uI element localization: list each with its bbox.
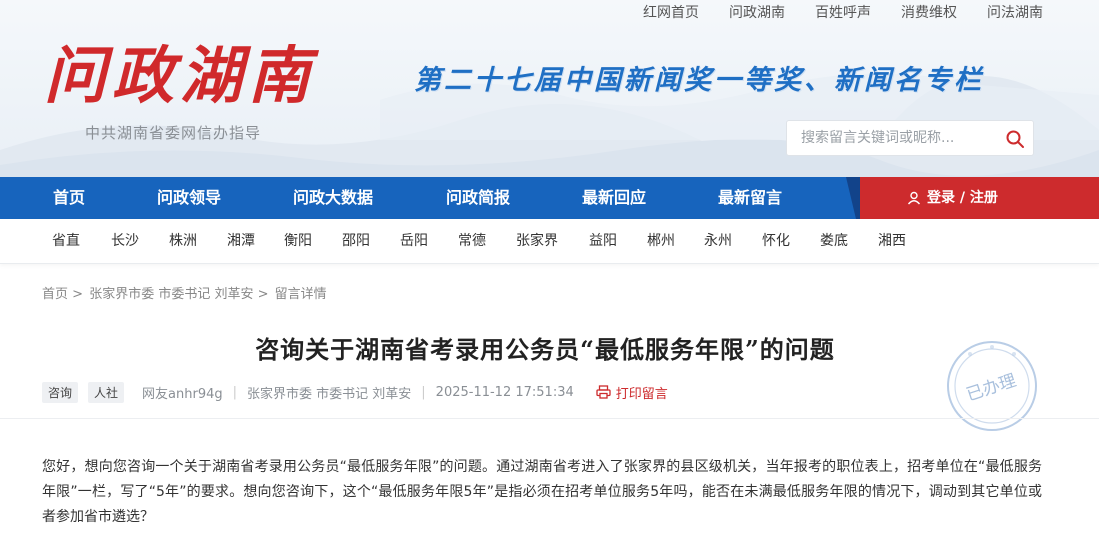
nav-briefing[interactable]: 问政简报 <box>446 177 510 219</box>
region-shaoyang[interactable]: 邵阳 <box>342 219 370 264</box>
breadcrumb-separator: > <box>72 287 84 302</box>
print-label: 打印留言 <box>615 386 668 402</box>
nav-big-data[interactable]: 问政大数据 <box>293 177 373 219</box>
top-link-wenfa[interactable]: 问法湖南 <box>987 4 1043 22</box>
nav-latest-responses[interactable]: 最新回应 <box>582 177 646 219</box>
region-hengyang[interactable]: 衡阳 <box>284 219 312 264</box>
search-box <box>786 120 1034 156</box>
top-links: 红网首页 问政湖南 百姓呼声 消费维权 问法湖南 <box>613 4 1043 22</box>
site-header: 红网首页 问政湖南 百姓呼声 消费维权 问法湖南 问政湖南 中共湖南省委网信办指… <box>0 0 1099 177</box>
search-input[interactable] <box>787 121 997 155</box>
breadcrumb-target[interactable]: 张家界市委 市委书记 刘革安 <box>89 287 253 302</box>
region-shengzhi[interactable]: 省直 <box>52 219 80 264</box>
top-link-rednet[interactable]: 红网首页 <box>643 4 699 22</box>
content-divider <box>0 418 1099 419</box>
breadcrumb-home[interactable]: 首页 <box>42 287 68 302</box>
region-changde[interactable]: 常德 <box>458 219 486 264</box>
processed-stamp: 已办理 <box>947 341 1037 431</box>
region-chenzhou[interactable]: 郴州 <box>647 219 675 264</box>
post-author: 网友anhr94g <box>142 386 223 402</box>
logo-subtitle: 中共湖南省委网信办指导 <box>85 124 262 142</box>
breadcrumb-separator: > <box>257 287 269 302</box>
breadcrumb: 首页 > 张家界市委 市委书记 刘革安 > 留言详情 <box>42 283 329 302</box>
search-icon[interactable] <box>1005 129 1025 149</box>
user-icon <box>907 191 921 205</box>
top-link-baixing[interactable]: 百姓呼声 <box>815 4 871 22</box>
nav-latest-messages[interactable]: 最新留言 <box>718 177 782 219</box>
region-bar: 省直 长沙 株洲 湘潭 衡阳 邵阳 岳阳 常德 张家界 益阳 郴州 永州 怀化 … <box>0 219 1099 264</box>
breadcrumb-current: 留言详情 <box>274 287 327 302</box>
post-datetime: 2025-11-12 17:51:34 <box>435 384 574 400</box>
region-changsha[interactable]: 长沙 <box>111 219 139 264</box>
tag-category[interactable]: 咨询 <box>42 381 79 403</box>
region-zhuzhou[interactable]: 株洲 <box>169 219 197 264</box>
nav-leaders[interactable]: 问政领导 <box>157 177 221 219</box>
login-label: 登录 / 注册 <box>927 190 998 206</box>
region-yueyang[interactable]: 岳阳 <box>400 219 428 264</box>
region-xiangtan[interactable]: 湘潭 <box>227 219 255 264</box>
post-meta: 咨询 人社 网友anhr94g | 张家界市委 市委书记 刘革安 | 2025-… <box>42 381 668 403</box>
top-link-wenzheng[interactable]: 问政湖南 <box>729 4 785 22</box>
region-zhangjiajie[interactable]: 张家界 <box>516 219 558 264</box>
main-nav: 首页 问政领导 问政大数据 问政简报 最新回应 最新留言 登录 / 注册 <box>0 177 1099 219</box>
region-huaihua[interactable]: 怀化 <box>762 219 790 264</box>
top-link-xiaofei[interactable]: 消费维权 <box>901 4 957 22</box>
login-register-link[interactable]: 登录 / 注册 <box>907 177 998 219</box>
post-body: 您好，想向您咨询一个关于湖南省考录用公务员“最低服务年限”的问题。通过湖南省考进… <box>42 459 1042 525</box>
post-title: 咨询关于湖南省考录用公务员“最低服务年限”的问题 <box>255 335 835 364</box>
region-xiangxi[interactable]: 湘西 <box>878 219 906 264</box>
nav-home[interactable]: 首页 <box>53 177 85 219</box>
award-slogan: 第二十七届中国新闻奖一等奖、新闻名专栏 <box>414 65 984 96</box>
meta-divider: | <box>421 384 426 400</box>
site-logo[interactable]: 问政湖南 <box>44 36 344 116</box>
region-loudi[interactable]: 娄底 <box>820 219 848 264</box>
region-yongzhou[interactable]: 永州 <box>704 219 732 264</box>
meta-divider: | <box>232 384 238 400</box>
tag-department[interactable]: 人社 <box>88 381 125 403</box>
post-target[interactable]: 张家界市委 市委书记 刘革安 <box>247 383 411 402</box>
printer-icon <box>596 385 611 399</box>
region-yiyang[interactable]: 益阳 <box>589 219 617 264</box>
stamp-text: 已办理 <box>964 371 1019 406</box>
logo-text: 问政湖南 <box>44 39 317 112</box>
print-button[interactable]: 打印留言 <box>596 383 668 402</box>
